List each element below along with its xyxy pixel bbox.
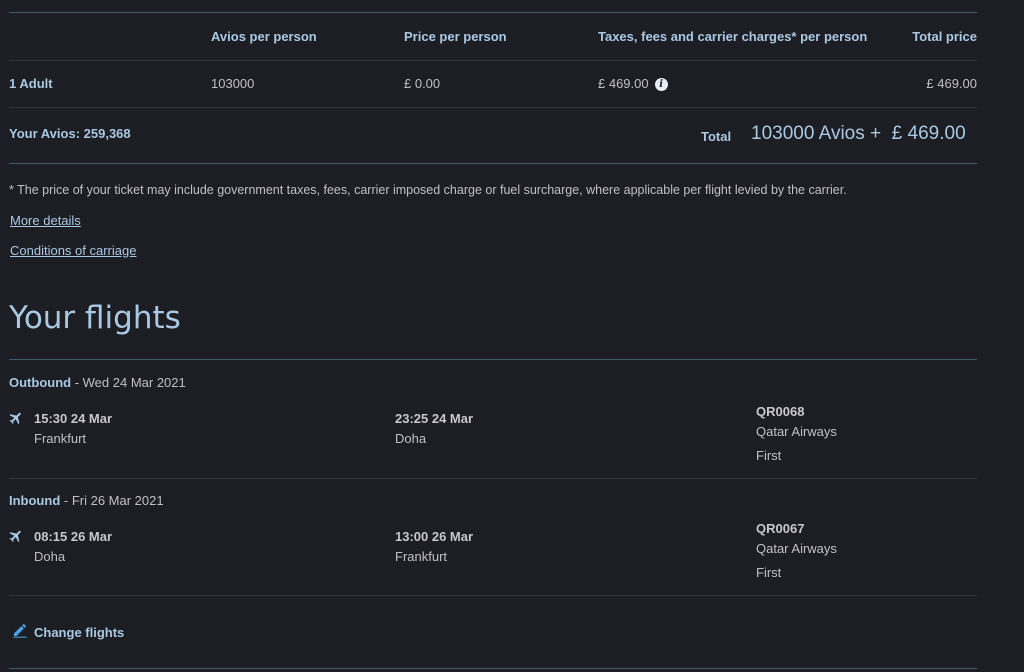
inbound-date: - Fri 26 Mar 2021 xyxy=(60,493,164,508)
taxes-value: £ 469.00 xyxy=(598,76,649,91)
outbound-label: Outbound xyxy=(9,375,72,390)
footnote: * The price of your ticket may include g… xyxy=(9,183,847,197)
total-label: Total xyxy=(701,129,732,144)
inbound-depart-time: 08:15 26 Mar xyxy=(34,529,113,544)
more-details-link[interactable]: More details xyxy=(10,213,81,228)
flights-heading: Your flights xyxy=(9,300,181,336)
outbound-cabin: First xyxy=(756,448,782,463)
divider xyxy=(9,478,977,479)
total-value: 103000 Avios + £ 469.00 xyxy=(751,123,966,144)
inbound-airline: Qatar Airways xyxy=(756,541,837,556)
outbound-arrive-place: Doha xyxy=(395,431,427,446)
inbound-arrive-place: Frankfurt xyxy=(395,549,448,564)
inbound-cabin: First xyxy=(756,565,782,580)
header-taxes: Taxes, fees and carrier charges* per per… xyxy=(598,29,868,44)
price-value: £ 0.00 xyxy=(404,76,441,91)
header-avios: Avios per person xyxy=(211,29,317,44)
divider xyxy=(9,595,977,596)
divider xyxy=(9,12,977,13)
outbound-arrive-time: 23:25 24 Mar xyxy=(395,411,474,426)
change-flights-label: Change flights xyxy=(34,625,125,640)
plane-icon xyxy=(9,530,21,543)
header-price: Price per person xyxy=(404,29,507,44)
your-avios: Your Avios: 259,368 xyxy=(9,126,131,141)
inbound-arrive-time: 13:00 26 Mar xyxy=(395,529,474,544)
plane-icon xyxy=(9,412,21,425)
outbound-airline: Qatar Airways xyxy=(756,424,837,439)
inbound-flight-number: QR0067 xyxy=(756,521,805,536)
taxes-cell: £ 469.00 i xyxy=(598,76,668,92)
avios-value: 103000 xyxy=(211,76,255,91)
divider xyxy=(9,60,977,61)
outbound-depart-place: Frankfurt xyxy=(34,431,87,446)
info-icon[interactable]: i xyxy=(654,78,668,92)
outbound-date: - Wed 24 Mar 2021 xyxy=(71,375,186,390)
outbound-depart-time: 15:30 24 Mar xyxy=(34,411,113,426)
inbound-heading: Inbound - Fri 26 Mar 2021 xyxy=(9,493,164,508)
pencil-icon xyxy=(13,623,27,638)
inbound-depart-place: Doha xyxy=(34,549,66,564)
page: Avios per person Price per person Taxes,… xyxy=(0,0,1024,672)
divider xyxy=(9,359,977,360)
header-total: Total price xyxy=(912,29,977,44)
conditions-of-carriage-link[interactable]: Conditions of carriage xyxy=(10,243,136,258)
outbound-flight-number: QR0068 xyxy=(756,404,805,419)
total-price-value: £ 469.00 xyxy=(926,76,977,91)
divider xyxy=(9,163,977,164)
outbound-heading: Outbound - Wed 24 Mar 2021 xyxy=(9,375,186,390)
divider xyxy=(9,668,977,669)
divider xyxy=(9,107,977,108)
passenger-label: 1 Adult xyxy=(9,76,53,91)
inbound-label: Inbound xyxy=(9,493,61,508)
